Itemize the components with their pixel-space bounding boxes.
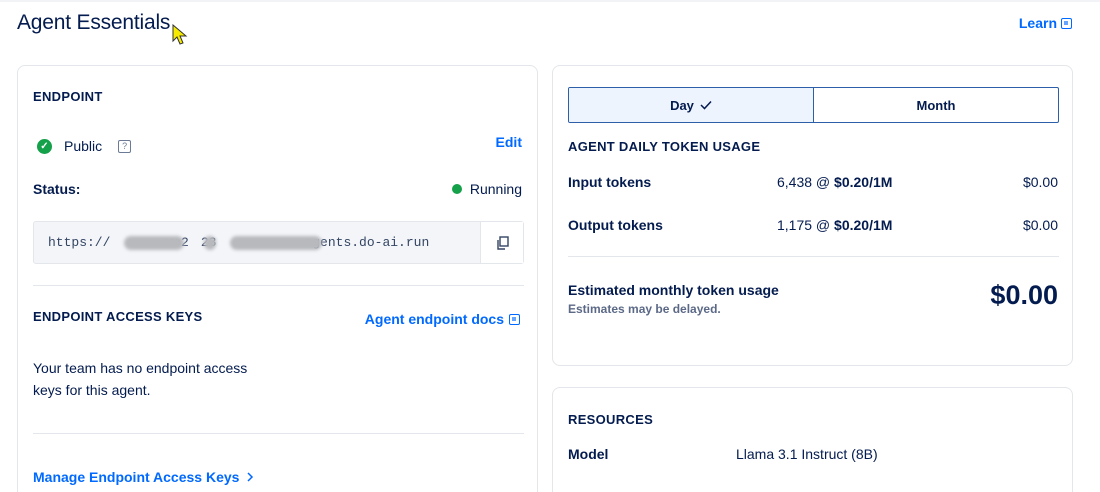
empty-keys-message: Your team has no endpoint access keys fo… [33, 357, 247, 401]
endpoint-url-field[interactable]: https://ve223agents.do-ai.run [33, 221, 524, 264]
redaction-mark [124, 236, 184, 250]
model-value: Llama 3.1 Instruct (8B) [736, 446, 878, 462]
estimate-note: Estimates may be delayed. [568, 302, 721, 316]
empty-line: keys for this agent. [33, 382, 151, 398]
external-link-icon [509, 313, 520, 325]
redaction-mark [230, 236, 322, 250]
mouse-cursor-icon [172, 24, 188, 45]
resources-card: RESOURCES Model Llama 3.1 Instruct (8B) [552, 387, 1073, 492]
learn-link[interactable]: Learn [1019, 15, 1072, 31]
page-title: Agent Essentials [17, 11, 171, 34]
usage-heading: AGENT DAILY TOKEN USAGE [568, 139, 761, 154]
output-tokens-count: 1,175 @ $0.20/1M [777, 217, 892, 233]
status-label: Status: [33, 181, 81, 197]
status-value: Running [469, 181, 522, 197]
estimate-label: Estimated monthly token usage [568, 282, 779, 298]
estimate-total: $0.00 [990, 280, 1058, 310]
token-rate: $0.20/1M [834, 174, 893, 190]
input-tokens-amount: $0.00 [1022, 174, 1058, 190]
divider [33, 433, 524, 434]
top-border [0, 0, 1100, 2]
checkmark-icon [700, 100, 712, 110]
edit-button[interactable]: Edit [496, 134, 522, 150]
toggle-month-label: Month [916, 97, 956, 113]
url-host: agents.do-ai.run [304, 235, 430, 250]
divider [568, 256, 1059, 257]
chevron-right-icon [247, 472, 254, 482]
visibility-label: Public [64, 138, 103, 154]
resources-heading: RESOURCES [568, 412, 654, 427]
copy-icon [496, 235, 509, 250]
copy-button[interactable] [480, 222, 523, 263]
input-tokens-count: 6,438 @ $0.20/1M [777, 174, 892, 190]
check-circle-icon: ✓ [37, 138, 52, 154]
external-link-icon [1061, 17, 1072, 29]
endpoint-docs-label: Agent endpoint docs [364, 311, 504, 327]
access-keys-heading: ENDPOINT ACCESS KEYS [33, 309, 203, 324]
endpoint-card: ENDPOINT ✓ Public ? Edit Status: Running… [17, 65, 538, 492]
toggle-month[interactable]: Month [814, 88, 1058, 122]
url-scheme: https:// [48, 235, 111, 250]
question-icon[interactable]: ? [118, 139, 132, 153]
learn-label: Learn [1018, 15, 1057, 31]
input-tokens-label: Input tokens [568, 174, 652, 190]
endpoint-heading: ENDPOINT [33, 89, 103, 104]
output-tokens-label: Output tokens [568, 217, 663, 233]
token-rate: $0.20/1M [834, 217, 893, 233]
status-dot-icon [451, 184, 462, 194]
period-toggle: Day Month [568, 87, 1059, 123]
toggle-day-label: Day [670, 97, 694, 113]
manage-keys-link[interactable]: Manage Endpoint Access Keys [33, 469, 254, 485]
model-label: Model [568, 446, 609, 462]
output-tokens-amount: $0.00 [1022, 217, 1058, 233]
token-count: 1,175 @ [777, 217, 835, 233]
divider [33, 285, 524, 286]
redaction-mark [204, 236, 216, 250]
empty-line: Your team has no endpoint access [33, 360, 248, 376]
token-usage-card: Day Month AGENT DAILY TOKEN USAGE Input … [552, 65, 1073, 366]
visibility-row: ✓ Public ? [37, 138, 132, 154]
token-count: 6,438 @ [777, 174, 835, 190]
manage-keys-label: Manage Endpoint Access Keys [33, 469, 240, 485]
endpoint-url: https://ve223agents.do-ai.run [34, 222, 480, 263]
endpoint-docs-link[interactable]: Agent endpoint docs [365, 311, 520, 327]
status-indicator: Running [451, 181, 522, 197]
toggle-day[interactable]: Day [569, 88, 814, 122]
